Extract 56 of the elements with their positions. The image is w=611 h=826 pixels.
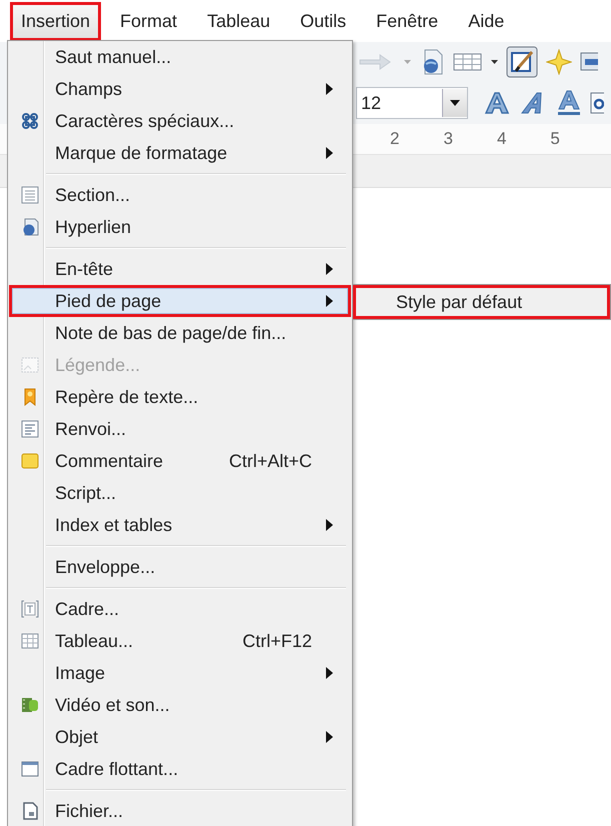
menu-item[interactable]: Tableau... Ctrl+F12 [9,625,351,657]
special-character-icon [21,112,39,130]
dropdown-arrow-icon [404,60,411,64]
video-icon [21,696,39,714]
ruler-number: 5 [550,129,560,149]
menu-item[interactable]: Commentaire Ctrl+Alt+C [9,445,351,477]
menu-item[interactable]: Caractères spéciaux... [9,105,351,137]
menu-item[interactable]: Vidéo et son... [9,689,351,721]
shortcut-label: Ctrl+Alt+C [228,450,313,472]
menu-item[interactable]: Pied de page [9,285,351,317]
dropdown-arrow-icon[interactable] [491,60,498,64]
font-size-field[interactable]: 12 [356,87,468,119]
cross-reference-icon [21,420,39,438]
menu-item[interactable]: Cadre flottant... [9,753,351,785]
comment-icon [21,452,39,470]
hyperlink-icon [21,218,39,236]
file-icon [21,802,39,820]
menu-item[interactable]: Cadre... [9,593,351,625]
dropdown-button[interactable] [442,89,467,117]
draw-functions-icon[interactable] [506,46,538,78]
menu-item[interactable]: Script... [9,477,351,509]
shortcut-label: Ctrl+F12 [242,630,313,652]
menu-item[interactable]: Format [109,2,188,40]
ruler-number: 4 [496,129,506,149]
menu-item[interactable]: Insertion [10,2,102,40]
frame-icon [21,600,39,618]
table-icon[interactable] [453,51,483,73]
ruler-number: 3 [443,129,453,149]
menu-item[interactable]: Image [9,657,351,689]
menu-item[interactable]: Aide [457,2,516,40]
menu-item[interactable]: Fenêtre [365,2,450,40]
section-icon [21,186,39,204]
menu-item[interactable]: Renvoi... [9,413,351,445]
caption-icon [21,356,39,374]
shadow-text-icon[interactable] [482,90,512,116]
underline-text-icon[interactable] [556,89,582,117]
star-icon[interactable] [546,49,572,75]
menu-item[interactable]: Repère de texte... [9,381,351,413]
menu-item[interactable]: Champs [9,73,351,105]
menu-item[interactable]: Hyperlien [9,211,351,243]
text-box-icon[interactable] [590,90,604,116]
menu-item[interactable]: Outils [289,2,358,40]
menu-item[interactable]: Objet [9,721,351,753]
menu-item[interactable]: Fichier... [9,795,351,826]
menu-item[interactable]: Note de bas de page/de fin... [9,317,351,349]
menu-item[interactable]: Style par défaut [353,285,610,319]
menu-item[interactable]: Tableau [196,2,282,40]
ruler-number: 2 [390,129,400,149]
menu-item[interactable]: Index et tables [9,509,351,541]
caret-icon [450,100,460,106]
menu-item[interactable]: Enveloppe... [9,551,351,583]
window-icon [21,760,39,778]
menu-item[interactable]: Section... [9,179,351,211]
menu-item[interactable]: En-tête [9,253,351,285]
table-icon [21,632,39,650]
menu-item[interactable]: Marque de formatage [9,137,351,169]
